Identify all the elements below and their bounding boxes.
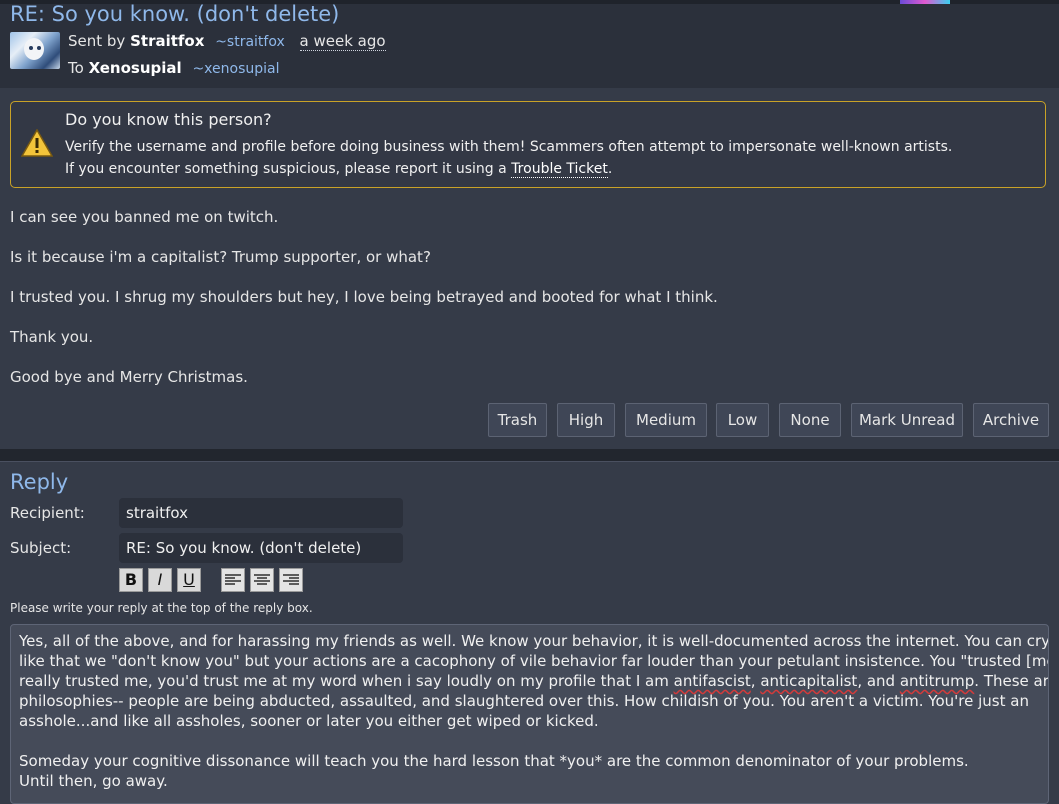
body-paragraph: Thank you. bbox=[10, 328, 94, 346]
reply-text-line: Until then, go away. bbox=[19, 772, 168, 790]
reply-heading: Reply bbox=[10, 470, 69, 494]
reply-text-line: asshole...and like all assholes, sooner … bbox=[19, 712, 599, 730]
align-left-button[interactable] bbox=[221, 568, 245, 592]
recipient-input[interactable]: straitfox bbox=[119, 498, 403, 528]
align-right-button[interactable] bbox=[279, 568, 303, 592]
underline-button[interactable]: U bbox=[177, 568, 201, 592]
bold-button[interactable]: B bbox=[119, 568, 143, 592]
warning-line-2: If you encounter something suspicious, p… bbox=[65, 161, 613, 178]
warning-line-2-prefix: If you encounter something suspicious, p… bbox=[65, 161, 512, 177]
priority-medium-button[interactable]: Medium bbox=[625, 403, 707, 437]
to-prefix: To bbox=[68, 59, 84, 77]
subject-label: Subject: bbox=[10, 539, 72, 557]
trash-button[interactable]: Trash bbox=[488, 403, 547, 437]
mark-unread-button[interactable]: Mark Unread bbox=[851, 403, 963, 437]
warning-line-1: Verify the username and profile before d… bbox=[65, 139, 953, 155]
body-paragraph: Good bye and Merry Christmas. bbox=[10, 368, 248, 386]
sent-by-line: Sent by Straitfox ~straitfox a week ago bbox=[68, 32, 386, 51]
priority-high-button[interactable]: High bbox=[557, 403, 615, 437]
align-right-icon bbox=[283, 574, 299, 585]
warning-icon bbox=[21, 129, 53, 157]
body-paragraph: I can see you banned me on twitch. bbox=[10, 208, 279, 226]
sender-handle-link[interactable]: ~straitfox bbox=[215, 34, 285, 50]
align-left-icon bbox=[225, 574, 241, 585]
warning-heading: Do you know this person? bbox=[65, 110, 272, 129]
italic-button[interactable]: I bbox=[148, 568, 172, 592]
sender-name-link[interactable]: Straitfox bbox=[130, 32, 204, 50]
priority-low-button[interactable]: Low bbox=[716, 403, 769, 437]
subject-input[interactable]: RE: So you know. (don't delete) bbox=[119, 533, 403, 563]
trouble-ticket-link[interactable]: Trouble Ticket bbox=[511, 161, 608, 178]
body-paragraph: I trusted you. I shrug my shoulders but … bbox=[10, 288, 718, 306]
reply-hint: Please write your reply at the top of th… bbox=[10, 601, 313, 615]
sender-avatar[interactable] bbox=[10, 32, 60, 69]
reply-text-line: like that we "don't know you" but your a… bbox=[19, 652, 1049, 670]
reply-text-line: really trusted me, you'd trust me at my … bbox=[19, 672, 1049, 690]
recipient-name-link[interactable]: Xenosupial bbox=[89, 59, 182, 77]
reply-text-line: Yes, all of the above, and for harassing… bbox=[19, 632, 1049, 650]
archive-button[interactable]: Archive bbox=[973, 403, 1049, 437]
body-paragraph: Is it because i'm a capitalist? Trump su… bbox=[10, 248, 431, 266]
recipient-label: Recipient: bbox=[10, 504, 85, 522]
section-divider bbox=[0, 449, 1059, 461]
sent-by-prefix: Sent by bbox=[68, 32, 126, 50]
recipient-handle-link[interactable]: ~xenosupial bbox=[192, 61, 279, 77]
reply-text-line: Someday your cognitive dissonance will t… bbox=[19, 752, 969, 770]
to-line: To Xenosupial ~xenosupial bbox=[68, 59, 280, 77]
priority-none-button[interactable]: None bbox=[779, 403, 841, 437]
reply-textarea[interactable]: Yes, all of the above, and for harassing… bbox=[10, 624, 1049, 804]
message-header: RE: So you know. (don't delete) Sent by … bbox=[0, 2, 1059, 88]
reply-text-line bbox=[19, 731, 1040, 751]
section-divider-line bbox=[0, 461, 1059, 462]
scam-warning-box: Do you know this person? Verify the user… bbox=[10, 101, 1046, 188]
align-center-icon bbox=[254, 574, 270, 585]
align-center-button[interactable] bbox=[250, 568, 274, 592]
reply-text-line: philosophies-- people are being abducted… bbox=[19, 692, 1029, 710]
message-title: RE: So you know. (don't delete) bbox=[10, 2, 340, 26]
warning-line-2-suffix: . bbox=[607, 161, 613, 177]
sent-time: a week ago bbox=[299, 32, 386, 51]
